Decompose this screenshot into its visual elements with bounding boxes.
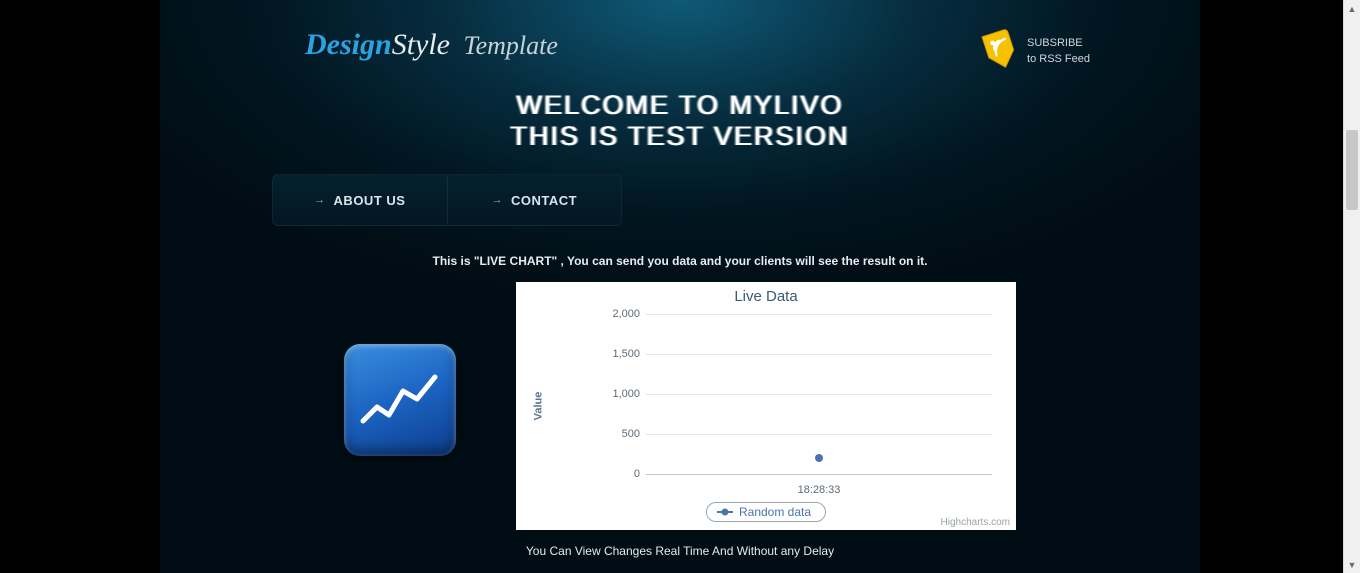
- hero-line2: THIS IS TEST VERSION: [160, 121, 1200, 152]
- legend-marker-icon: [717, 511, 733, 513]
- live-chart: Live Data Value 2,000 1,500 1,000 500 0: [516, 282, 1016, 530]
- chart-ytick: 500: [590, 428, 640, 440]
- arrow-right-icon: →: [314, 194, 326, 206]
- scroll-up-icon[interactable]: ▲: [1344, 0, 1360, 17]
- chart-title: Live Data: [516, 282, 1016, 305]
- hero-line1: WELCOME TO MYLIVO: [160, 90, 1200, 121]
- arrow-right-icon: →: [491, 194, 503, 206]
- chart-xaxis: [646, 474, 992, 475]
- chart-ytick: 0: [590, 468, 640, 480]
- nav-contact-label: CONTACT: [511, 193, 577, 208]
- outro-text: You Can View Changes Real Time And Witho…: [160, 544, 1200, 558]
- logo-word-2: Style: [392, 28, 450, 61]
- rss-line2: to RSS Feed: [1027, 52, 1090, 67]
- chart-gridline: [646, 434, 992, 435]
- nav-about-label: ABOUT US: [334, 193, 406, 208]
- scroll-down-icon[interactable]: ▼: [1344, 556, 1360, 573]
- rss-text: SUBSRIBE to RSS Feed: [1027, 36, 1090, 67]
- chart-gridline: [646, 354, 992, 355]
- chart-credits-link[interactable]: Highcharts.com: [941, 517, 1010, 528]
- content-row: Live Data Value 2,000 1,500 1,000 500 0: [160, 282, 1200, 530]
- chart-tile-icon: [344, 344, 456, 456]
- nav-about-us[interactable]: → ABOUT US: [273, 175, 448, 225]
- chart-plot-area: 2,000 1,500 1,000 500 0 18:28:33: [646, 314, 992, 480]
- rss-subscribe[interactable]: SUBSRIBE to RSS Feed: [983, 30, 1090, 73]
- nav-contact[interactable]: → CONTACT: [448, 175, 622, 225]
- chart-legend-item[interactable]: Random data: [706, 502, 826, 522]
- chart-gridline: [646, 394, 992, 395]
- legend-label: Random data: [739, 505, 811, 519]
- chart-gridline: [646, 314, 992, 315]
- main-nav: → ABOUT US → CONTACT: [272, 174, 622, 226]
- window-scrollbar[interactable]: ▲ ▼: [1343, 0, 1360, 573]
- chart-ytick: 1,000: [590, 388, 640, 400]
- rss-line1: SUBSRIBE: [1027, 36, 1090, 51]
- intro-text: This is "LIVE CHART" , You can send you …: [160, 254, 1200, 268]
- logo-word-1: Design: [305, 28, 392, 61]
- logo-word-3: Template: [464, 31, 558, 60]
- chart-xtick: 18:28:33: [798, 484, 841, 496]
- chart-datapoint[interactable]: [815, 454, 823, 462]
- chart-ytick: 2,000: [590, 308, 640, 320]
- page-container: DesignStyle Template SUBSRIBE to RSS Fee…: [160, 0, 1200, 573]
- rss-tag-icon: [983, 30, 1017, 73]
- scroll-thumb[interactable]: [1346, 130, 1358, 210]
- chart-ytick: 1,500: [590, 348, 640, 360]
- chart-ylabel: Value: [532, 392, 544, 421]
- site-logo[interactable]: DesignStyle Template: [305, 28, 558, 62]
